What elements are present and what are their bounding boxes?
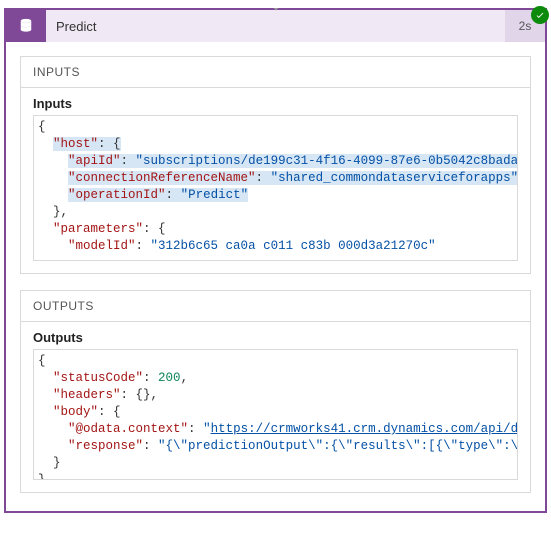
json-key: "@odata.context": [68, 422, 188, 436]
json-key: "statusCode": [53, 371, 143, 385]
json-string: "subscriptions/de199c31-4f16-4099-87e6-0…: [136, 154, 518, 168]
inputs-section-header: INPUTS: [21, 57, 530, 88]
json-number: 200: [158, 371, 181, 385]
action-card: Predict 2s INPUTS Inputs { "host": { "ap…: [4, 8, 547, 513]
outputs-section-header: OUTPUTS: [21, 291, 530, 322]
json-key: "operationId": [68, 188, 166, 202]
database-icon: [6, 10, 46, 42]
json-string: "312b6c65 ca0a c011 c83b 000d3a21270c": [151, 239, 436, 253]
json-key: "apiId": [68, 154, 121, 168]
json-link[interactable]: https://crmworks41.crm.dynamics.com/api/…: [211, 422, 518, 436]
outputs-panel: OUTPUTS Outputs { "statusCode": 200, "he…: [20, 290, 531, 493]
json-string: "Predict": [181, 188, 249, 202]
json-key: "modelId": [68, 239, 136, 253]
inputs-panel: INPUTS Inputs { "host": { "apiId": "subs…: [20, 56, 531, 274]
status-success-badge: [531, 6, 549, 24]
outputs-label: Outputs: [33, 330, 518, 345]
json-key: "host": [53, 137, 98, 151]
card-body: INPUTS Inputs { "host": { "apiId": "subs…: [6, 42, 545, 511]
connector-arrow-icon: [270, 2, 282, 14]
json-key: "response": [68, 439, 143, 453]
inputs-code[interactable]: { "host": { "apiId": "subscriptions/de19…: [33, 115, 518, 261]
card-title: Predict: [46, 19, 505, 34]
json-string: "{\"predictionOutput\":{\"results\":[{\"…: [158, 439, 518, 453]
json-string: "shared_commondataserviceforapps": [271, 171, 518, 185]
inputs-label: Inputs: [33, 96, 518, 111]
json-key: "body": [53, 405, 98, 419]
json-key: "connectionReferenceName": [68, 171, 256, 185]
json-key: "headers": [53, 388, 121, 402]
json-key: "parameters": [53, 222, 143, 236]
outputs-code[interactable]: { "statusCode": 200, "headers": {}, "bod…: [33, 349, 518, 480]
